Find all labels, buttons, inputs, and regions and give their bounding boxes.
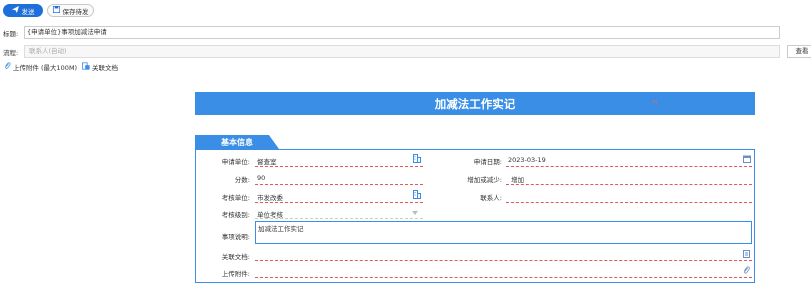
apply-unit-value[interactable]: 督查室 [257, 156, 277, 166]
flow-label: 流程: [3, 49, 19, 57]
assess-unit-value[interactable]: 市发改委 [257, 192, 283, 202]
upload-field-label: 上传附件: [221, 270, 250, 278]
score-value[interactable]: 90 [257, 174, 265, 182]
section-title: 基本信息 [195, 135, 279, 149]
related-docs-underline [255, 260, 752, 261]
add-or-reduce-value[interactable]: 增加 [511, 174, 524, 184]
assess-unit-underline [255, 202, 423, 203]
assess-level-underline [255, 218, 423, 219]
assess-unit-label: 考核单位: [221, 194, 250, 202]
related-docs-label: 关联文档 [92, 64, 118, 72]
query-button[interactable]: 查看 [787, 45, 811, 58]
title-input[interactable]: {申请单位}事项加减法申请 [24, 26, 780, 39]
upload-attachment-link[interactable]: 上传附件 (最大100M) [4, 62, 77, 72]
chevron-down-icon[interactable] [412, 210, 418, 218]
related-docs-link[interactable]: 关联文档 [82, 62, 118, 72]
document-link-icon [82, 62, 90, 72]
add-or-reduce-label: 增加或减少: [467, 176, 502, 184]
apply-unit-underline [255, 166, 423, 167]
apply-date-underline [506, 166, 752, 167]
contact-underline [506, 202, 752, 203]
save-draft-button[interactable]: 保存待发 [47, 4, 94, 17]
title-label: 标题: [3, 30, 19, 38]
add-or-reduce-underline [506, 184, 752, 185]
related-docs-field-label: 关联文档: [221, 253, 250, 261]
org-picker-icon[interactable] [413, 190, 421, 201]
description-textarea[interactable]: 加减法工作实记 [255, 221, 752, 244]
send-button-label: 发送 [21, 7, 35, 16]
upload-limit-text: (最大100M) [41, 64, 78, 72]
send-button[interactable]: 发送 [3, 4, 43, 17]
description-label: 事项说明: [221, 233, 250, 241]
document-link-icon[interactable] [743, 250, 751, 260]
apply-unit-label: 申请单位: [221, 158, 250, 166]
save-icon [52, 6, 60, 15]
assess-level-label: 考核级别: [221, 211, 250, 219]
apply-date-label: 申请日期: [473, 158, 502, 166]
org-picker-icon[interactable] [413, 154, 421, 165]
paper-plane-icon [11, 6, 19, 15]
header-mark: F| [653, 100, 658, 106]
upload-underline [255, 277, 752, 278]
contact-label: 联系人: [480, 194, 502, 202]
score-underline [255, 184, 423, 185]
save-draft-label: 保存待发 [62, 7, 89, 16]
paperclip-icon [4, 62, 11, 72]
calendar-icon[interactable] [743, 155, 751, 165]
score-label: 分数: [234, 176, 250, 184]
flow-input[interactable]: 联系人(自动) [24, 45, 780, 58]
paperclip-icon[interactable] [743, 266, 750, 277]
apply-date-value[interactable]: 2023-03-19 [508, 156, 546, 164]
upload-attachment-label: 上传附件 [13, 64, 39, 72]
form-title: 加减法工作实记 [195, 92, 755, 115]
